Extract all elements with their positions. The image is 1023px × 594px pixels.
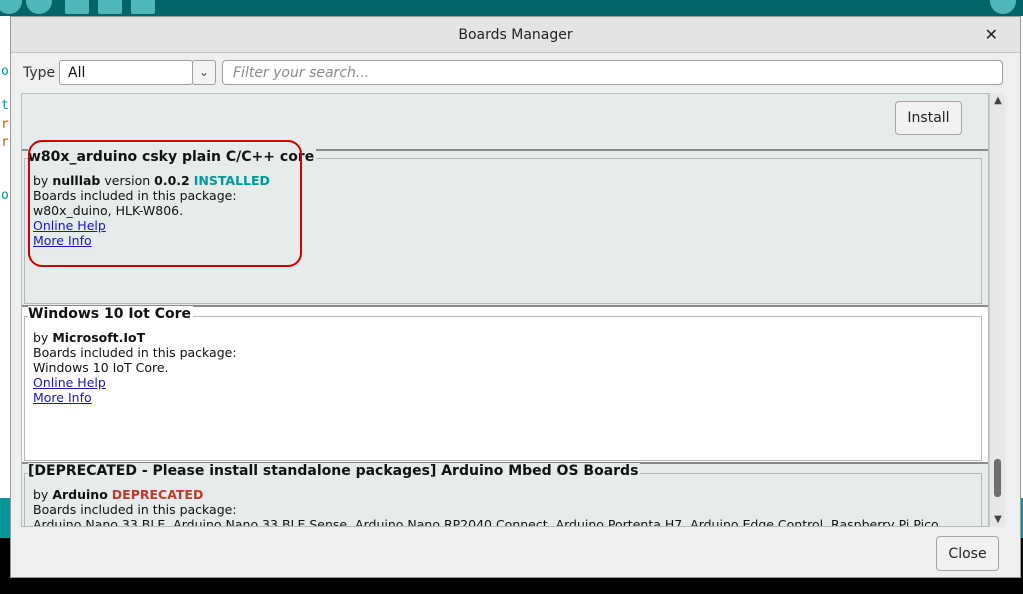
upload-icon[interactable] bbox=[26, 0, 52, 14]
boards-list-text: w80x_duino, HLK-W806. bbox=[33, 203, 184, 218]
board-details: by nulllab version 0.0.2 INSTALLED Board… bbox=[33, 173, 270, 248]
type-select[interactable]: All bbox=[59, 60, 193, 85]
status-badge: INSTALLED bbox=[193, 173, 270, 188]
serial-monitor-icon[interactable] bbox=[990, 0, 1016, 14]
scroll-thumb[interactable] bbox=[994, 459, 1001, 497]
more-info-link[interactable]: More Info bbox=[33, 233, 92, 248]
dialog-title: Boards Manager bbox=[458, 27, 573, 43]
by-prefix: by bbox=[33, 330, 49, 345]
more-info-link[interactable]: More Info bbox=[33, 390, 92, 405]
list-item[interactable]: Install bbox=[22, 94, 988, 149]
dialog-titlebar: Boards Manager ✕ bbox=[11, 17, 1020, 53]
list-item[interactable]: Windows 10 Iot Core by Microsoft.IoT Boa… bbox=[22, 306, 988, 462]
save-sketch-icon[interactable] bbox=[131, 0, 155, 14]
board-author: Microsoft.IoT bbox=[52, 330, 146, 345]
new-sketch-icon[interactable] bbox=[65, 0, 89, 14]
board-name: w80x_arduino csky plain C/C++ core bbox=[28, 149, 317, 165]
chevron-down-icon[interactable]: ⌄ bbox=[192, 60, 216, 85]
board-details: by Arduino DEPRECATED Boards included in… bbox=[33, 487, 939, 527]
boards-manager-dialog: Boards Manager ✕ Type All ⌄ Install w80x… bbox=[10, 16, 1021, 578]
by-prefix: by bbox=[33, 173, 49, 188]
board-author: nulllab bbox=[52, 173, 101, 188]
board-author: Arduino bbox=[52, 487, 108, 502]
boards-list[interactable]: Install w80x_arduino csky plain C/C++ co… bbox=[21, 93, 989, 527]
board-name: Windows 10 Iot Core bbox=[28, 306, 194, 322]
board-name: [DEPRECATED - Please install standalone … bbox=[28, 463, 641, 479]
boards-list-text: Arduino Nano 33 BLE, Arduino Nano 33 BLE… bbox=[33, 517, 939, 527]
list-item[interactable]: [DEPRECATED - Please install standalone … bbox=[22, 463, 988, 527]
board-author-line: by nulllab version 0.0.2 INSTALLED bbox=[33, 173, 270, 188]
online-help-link[interactable]: Online Help bbox=[33, 375, 106, 390]
scroll-down-icon[interactable]: ▼ bbox=[990, 514, 1006, 525]
status-badge: DEPRECATED bbox=[111, 487, 204, 502]
boards-list-text: Windows 10 IoT Core. bbox=[33, 360, 169, 375]
close-icon[interactable]: ✕ bbox=[985, 25, 998, 44]
by-prefix: by bbox=[33, 487, 49, 502]
open-sketch-icon[interactable] bbox=[98, 0, 122, 14]
scroll-up-icon[interactable]: ▲ bbox=[990, 95, 1006, 106]
list-scrollbar[interactable]: ▲ ▼ bbox=[989, 93, 1005, 527]
boards-intro: Boards included in this package: bbox=[33, 188, 237, 203]
version-prefix: version bbox=[104, 173, 151, 188]
close-button[interactable]: Close bbox=[936, 536, 999, 571]
board-author-line: by Arduino DEPRECATED bbox=[33, 487, 939, 502]
online-help-link[interactable]: Online Help bbox=[33, 218, 106, 233]
board-version: 0.0.2 bbox=[154, 173, 190, 188]
type-label: Type bbox=[23, 65, 56, 81]
install-button[interactable]: Install bbox=[895, 101, 962, 135]
search-input[interactable] bbox=[222, 60, 1003, 85]
board-author-line: by Microsoft.IoT bbox=[33, 330, 237, 345]
filter-row: Type All ⌄ bbox=[11, 53, 1020, 93]
boards-intro: Boards included in this package: bbox=[33, 502, 237, 517]
verify-icon[interactable] bbox=[0, 0, 22, 14]
ide-toolbar bbox=[0, 0, 1023, 16]
board-details: by Microsoft.IoT Boards included in this… bbox=[33, 330, 237, 405]
boards-intro: Boards included in this package: bbox=[33, 345, 237, 360]
list-item[interactable]: w80x_arduino csky plain C/C++ core by nu… bbox=[22, 149, 988, 305]
